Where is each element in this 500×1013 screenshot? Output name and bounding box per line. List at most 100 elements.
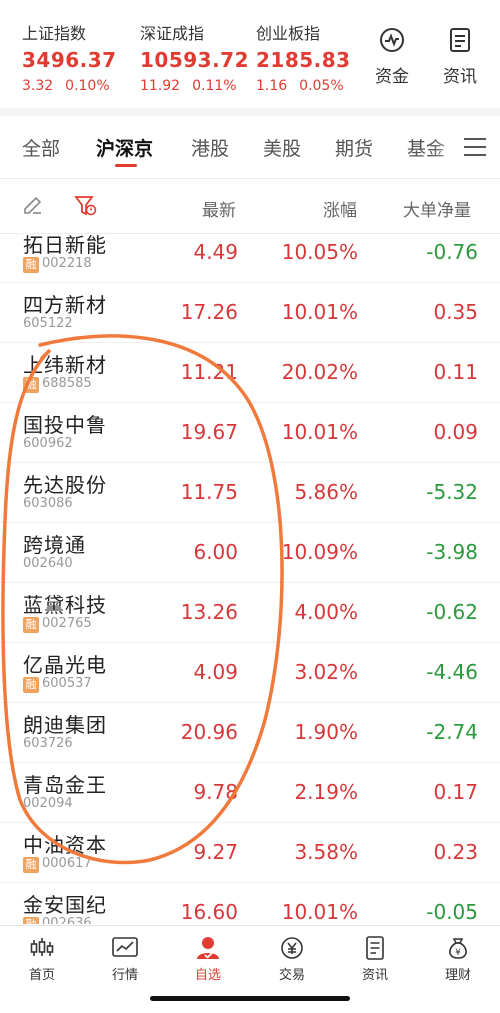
nav-market[interactable]: 行情: [95, 936, 155, 983]
stock-row[interactable]: 朗迪集团 603726 20.96 1.90% -2.74: [0, 703, 500, 763]
stock-name: 拓日新能: [23, 234, 107, 257]
stock-name: 金安国纪: [23, 893, 107, 917]
divider: [0, 178, 500, 179]
nav-label: 理财: [444, 968, 471, 983]
stock-row[interactable]: 金安国纪融002636 16.60 10.01% -0.05: [0, 883, 500, 924]
nav-trade[interactable]: 交易: [262, 936, 322, 983]
stock-code: 600537: [42, 676, 92, 691]
stock-code: 688585: [42, 376, 92, 391]
stock-row[interactable]: 拓日新能融 002218 4.49 10.05% -0.76: [0, 234, 500, 283]
stock-code: 605122: [23, 316, 73, 331]
stock-code: 603726: [23, 736, 73, 751]
nav-label: 行情: [111, 968, 138, 983]
stock-code: 002636: [42, 916, 92, 924]
change-pct: 10.01%: [281, 420, 358, 444]
change-pct: 2.19%: [294, 780, 358, 804]
tab-hk[interactable]: 港股: [191, 134, 229, 161]
stock-row[interactable]: 四方新材 605122 17.26 10.01% 0.35: [0, 283, 500, 343]
nav-news[interactable]: 资讯: [345, 936, 405, 983]
stock-code-line: 融 600537: [23, 676, 92, 693]
index-change: 1.16 0.05%: [256, 78, 344, 94]
nav-label: 交易: [278, 968, 305, 983]
net-big-order: 0.35: [433, 300, 478, 324]
fund-flow-button[interactable]: 资金: [362, 26, 422, 87]
change-pct: 5.86%: [294, 480, 358, 504]
stock-code-line: 605122: [23, 316, 73, 331]
market-icon: [112, 937, 138, 957]
tab-futures[interactable]: 期货: [335, 134, 373, 161]
latest-price: 9.27: [193, 840, 238, 864]
market-tabs: 全部 沪深京 港股 美股 期货 基金: [0, 116, 500, 178]
index-name: 深证成指: [140, 24, 205, 43]
column-net-big-order[interactable]: 大单净量: [403, 196, 471, 221]
index-sz[interactable]: 深证成指 10593.72 11.92 0.11%: [140, 20, 249, 94]
tab-hushenjing[interactable]: 沪深京: [96, 134, 153, 161]
stock-row[interactable]: 亿晶光电融 600537 4.09 3.02% -4.46: [0, 643, 500, 703]
index-name: 上证指数: [22, 24, 87, 43]
stock-row[interactable]: 蓝黛科技融 002765 13.26 4.00% -0.62: [0, 583, 500, 643]
index-value: 10593.72: [140, 48, 250, 72]
index-change: 3.32 0.10%: [22, 78, 110, 94]
stock-code-line: 002640: [23, 556, 73, 571]
fund-flow-icon: [380, 28, 404, 52]
trade-icon: [281, 937, 303, 959]
stock-code-line: 603726: [23, 736, 73, 751]
nav-home[interactable]: 首页: [12, 936, 72, 983]
stock-name: 四方新材: [23, 293, 107, 317]
stock-code: 603086: [23, 496, 73, 511]
stock-name: 蓝黛科技: [23, 593, 107, 617]
stock-name: 国投中鲁: [23, 413, 107, 437]
news-button[interactable]: 资讯: [430, 26, 490, 87]
margin-badge: 融: [23, 857, 39, 873]
latest-price: 11.75: [180, 480, 238, 504]
stock-list: 拓日新能融 002218 4.49 10.05% -0.76 四方新材 605122 17.2…: [0, 234, 500, 924]
stock-name: 朗迪集团: [23, 713, 107, 737]
stock-name: 亿晶光电: [23, 653, 107, 677]
stock-code-line: 融 002765: [23, 616, 92, 633]
column-latest[interactable]: 最新: [202, 196, 236, 221]
net-big-order: 0.17: [433, 780, 478, 804]
net-big-order: -4.46: [426, 660, 478, 684]
tab-all[interactable]: 全部: [22, 134, 60, 161]
margin-badge: 融: [23, 377, 39, 393]
stock-code-line: 融 002218: [23, 256, 92, 273]
change-pct: 20.02%: [281, 360, 358, 384]
latest-price: 6.00: [193, 540, 238, 564]
stock-row[interactable]: 先达股份 603086 11.75 5.86% -5.32: [0, 463, 500, 523]
index-cyb[interactable]: 创业板指 2185.83 1.16 0.05%: [256, 20, 351, 94]
stock-row[interactable]: 青岛金王 002094 9.78 2.19% 0.17: [0, 763, 500, 823]
menu-icon[interactable]: [464, 138, 486, 158]
net-big-order: -3.98: [426, 540, 478, 564]
latest-price: 4.09: [193, 660, 238, 684]
change-pct: 10.01%: [281, 900, 358, 924]
nav-wealth[interactable]: ¥ 理财: [428, 936, 488, 983]
news-label: 资讯: [443, 67, 477, 87]
nav-watchlist[interactable]: 自选: [178, 936, 238, 983]
stock-code-line: 融 688585: [23, 376, 92, 393]
tab-us[interactable]: 美股: [263, 134, 301, 161]
stock-code: 600962: [23, 436, 73, 451]
latest-price: 16.60: [180, 900, 238, 924]
filter-icon[interactable]: [74, 194, 98, 218]
edit-icon[interactable]: [22, 194, 44, 216]
latest-price: 11.21: [180, 360, 238, 384]
news-icon: [450, 28, 470, 52]
stock-row[interactable]: 中油资本融 000617 9.27 3.58% 0.23: [0, 823, 500, 883]
column-change-pct[interactable]: 涨幅: [323, 196, 357, 221]
change-pct: 10.01%: [281, 300, 358, 324]
home-indicator: [150, 996, 350, 1001]
change-pct: 10.05%: [281, 240, 358, 264]
index-sh[interactable]: 上证指数 3496.37 3.32 0.10%: [22, 20, 117, 94]
stock-row[interactable]: 上纬新材融 688585 11.21 20.02% 0.11: [0, 343, 500, 403]
net-big-order: -0.76: [426, 240, 478, 264]
change-pct: 3.02%: [294, 660, 358, 684]
stock-code-line: 603086: [23, 496, 73, 511]
net-big-order: 0.11: [433, 360, 478, 384]
nav-label: 自选: [194, 968, 221, 983]
net-big-order: 0.09: [433, 420, 478, 444]
stock-code: 002218: [42, 256, 92, 271]
stock-code-line: 融002636: [23, 916, 92, 924]
stock-row[interactable]: 国投中鲁 600962 19.67 10.01% 0.09: [0, 403, 500, 463]
latest-price: 20.96: [180, 720, 238, 744]
stock-row[interactable]: 跨境通 002640 6.00 10.09% -3.98: [0, 523, 500, 583]
